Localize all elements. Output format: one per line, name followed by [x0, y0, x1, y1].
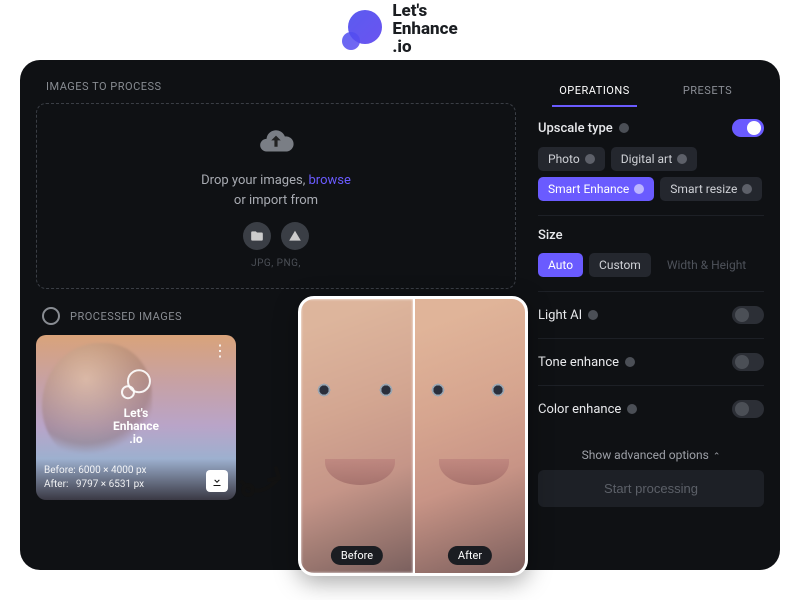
- formats-hint: JPG, PNG,: [251, 258, 301, 269]
- card-dimensions: Before: 6000 × 4000 px After: 9797 × 653…: [44, 464, 146, 492]
- light-ai-label: Light AI: [538, 308, 598, 323]
- dropzone-text: Drop your images, browse or import from: [201, 171, 351, 210]
- chip-photo[interactable]: Photo: [538, 147, 605, 171]
- tab-presets[interactable]: PRESETS: [651, 76, 764, 107]
- light-ai-toggle[interactable]: [732, 306, 764, 324]
- operations-panel: OPERATIONS PRESETS Upscale type Photo Di…: [516, 76, 780, 554]
- info-icon[interactable]: [742, 184, 752, 194]
- card-brand-overlay: Let's Enhance .io: [113, 369, 159, 447]
- info-icon[interactable]: [588, 310, 598, 320]
- chevron-up-icon: ⌃: [713, 452, 721, 462]
- color-enhance-toggle[interactable]: [732, 400, 764, 418]
- preview-before: Before: [301, 299, 413, 573]
- app-window: IMAGES TO PROCESS Drop your images, brow…: [20, 60, 780, 570]
- info-icon[interactable]: [677, 154, 687, 164]
- chip-smart-enhance[interactable]: Smart Enhance: [538, 177, 654, 201]
- processed-image-card[interactable]: ⋮ Let's Enhance .io Before: 6000 × 4000 …: [36, 335, 236, 500]
- images-to-process-heading: IMAGES TO PROCESS: [46, 80, 516, 93]
- upload-dropzone[interactable]: Drop your images, browse or import from …: [36, 103, 516, 289]
- start-processing-button[interactable]: Start processing: [538, 470, 764, 507]
- chip-digital-art[interactable]: Digital art: [611, 147, 698, 171]
- brand-logo-overlay-icon: [121, 369, 151, 399]
- color-enhance-label: Color enhance: [538, 402, 637, 417]
- show-advanced-toggle[interactable]: Show advanced options⌃: [538, 432, 764, 470]
- chip-smart-resize[interactable]: Smart resize: [660, 177, 762, 201]
- import-drive-button[interactable]: [281, 222, 309, 250]
- info-icon[interactable]: [585, 154, 595, 164]
- preview-after: After: [413, 299, 525, 573]
- info-icon[interactable]: [627, 404, 637, 414]
- after-badge: After: [448, 546, 492, 565]
- browse-link[interactable]: browse: [308, 173, 350, 188]
- processed-progress-icon: [42, 307, 60, 325]
- before-after-preview: Before After: [298, 296, 528, 576]
- processed-heading: PROCESSED IMAGES: [70, 310, 182, 323]
- size-custom[interactable]: Custom: [589, 253, 651, 277]
- info-icon[interactable]: [634, 184, 644, 194]
- info-icon[interactable]: [625, 357, 635, 367]
- upscale-type-toggle[interactable]: [732, 119, 764, 137]
- size-label: Size: [538, 228, 764, 243]
- brand-header: Let's Enhance .io: [0, 0, 800, 60]
- tone-enhance-toggle[interactable]: [732, 353, 764, 371]
- brand-logo-icon: [342, 10, 382, 50]
- import-folder-button[interactable]: [243, 222, 271, 250]
- tab-operations[interactable]: OPERATIONS: [538, 76, 651, 107]
- card-menu-icon[interactable]: ⋮: [212, 343, 228, 359]
- info-icon[interactable]: [619, 123, 629, 133]
- size-hint: Width & Height: [657, 253, 756, 277]
- arrow-annotation-icon: [234, 444, 294, 508]
- tone-enhance-label: Tone enhance: [538, 355, 635, 370]
- upload-cloud-icon: [257, 123, 295, 165]
- brand-wordmark: Let's Enhance .io: [392, 3, 457, 57]
- size-auto[interactable]: Auto: [538, 253, 583, 277]
- download-button[interactable]: [206, 470, 228, 492]
- upscale-type-label: Upscale type: [538, 121, 629, 136]
- before-badge: Before: [331, 546, 383, 565]
